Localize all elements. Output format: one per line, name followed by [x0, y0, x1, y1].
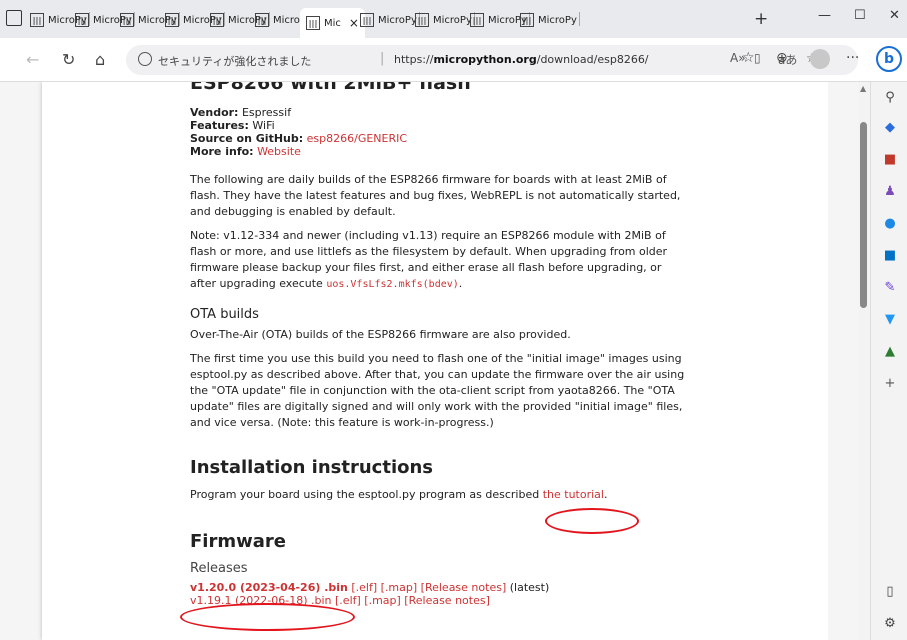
list-item: v1.20.0 (2023-04-26) .bin [.elf] [.map] …: [190, 581, 690, 594]
tab-label: MicroPy: [538, 14, 577, 26]
tab-label: MicroPy: [378, 14, 417, 26]
tab-active[interactable]: ||| Mic ×: [300, 8, 365, 38]
shopping-icon[interactable]: ◆: [881, 120, 899, 135]
close-window-button[interactable]: ✕: [889, 8, 900, 23]
tools-icon[interactable]: ■: [881, 152, 899, 167]
add-sidebar-app-icon[interactable]: +: [881, 376, 899, 391]
office-icon[interactable]: ●: [881, 216, 899, 231]
ota-paragraph-2: The first time you use this build you ne…: [190, 352, 685, 429]
tab[interactable]: ||| MicroPy: [415, 9, 475, 31]
features-value: WiFi: [252, 119, 275, 132]
tab-label: MicroPy: [433, 14, 472, 26]
designer-icon[interactable]: ✎: [881, 280, 899, 295]
github-link[interactable]: esp8266/GENERIC: [307, 132, 407, 145]
note-paragraph: Note: v1.12-334 and newer (including v1.…: [190, 229, 668, 290]
more-menu-icon[interactable]: ···: [846, 50, 859, 66]
settings-icon[interactable]: ⚙: [881, 616, 899, 631]
collections-icon[interactable]: ⊕: [776, 50, 788, 66]
tab[interactable]: ||| MicroPy: [470, 9, 530, 31]
micropython-favicon-icon: |||: [360, 13, 374, 27]
ota-heading: OTA builds: [190, 307, 259, 322]
home-icon[interactable]: ⌂: [95, 50, 105, 69]
tab-separator: [578, 12, 580, 26]
micropython-favicon-icon: |||: [165, 13, 179, 27]
refresh-icon[interactable]: ↻: [62, 50, 75, 69]
micropython-favicon-icon: |||: [520, 13, 534, 27]
board-meta: Vendor: Espressif Features: WiFi Source …: [190, 106, 690, 158]
security-status[interactable]: セキュリティが強化されました: [158, 53, 311, 69]
micropython-favicon-icon: |||: [470, 13, 484, 27]
new-tab-button[interactable]: +: [754, 9, 768, 29]
ota-paragraph-1: Over-The-Air (OTA) builds of the ESP8266…: [190, 328, 571, 341]
search-icon[interactable]: ⚲: [881, 90, 899, 105]
source-label: Source on GitHub:: [190, 132, 304, 145]
micropython-favicon-icon: |||: [415, 13, 429, 27]
scroll-up-icon[interactable]: ▲: [860, 84, 866, 93]
maximize-button[interactable]: ☐: [854, 8, 866, 23]
features-label: Features:: [190, 119, 249, 132]
tab-close-icon[interactable]: ×: [349, 16, 359, 30]
minimize-button[interactable]: —: [818, 8, 831, 23]
install-heading: Installation instructions: [190, 457, 434, 478]
latest-tag: (latest): [509, 581, 550, 594]
address-bar: ← ↻ ⌂ セキュリティが強化されました | https://micropyth…: [0, 38, 907, 82]
page-margin-left: [0, 82, 42, 640]
micropython-favicon-icon: |||: [75, 13, 89, 27]
hide-sidebar-icon[interactable]: ▯: [881, 584, 899, 599]
outlook-icon[interactable]: ■: [881, 248, 899, 263]
immersive-reader-icon[interactable]: ▯: [754, 51, 761, 65]
tab-label: Mic: [324, 17, 341, 29]
shield-icon[interactable]: [138, 52, 152, 66]
games-icon[interactable]: ♟: [881, 184, 899, 199]
tab[interactable]: ||| MicroPy: [360, 9, 420, 31]
annotation-circle: [545, 508, 639, 534]
avatar[interactable]: [810, 49, 830, 69]
moreinfo-label: More info:: [190, 145, 254, 158]
micropython-favicon-icon: |||: [306, 16, 320, 30]
micropython-favicon-icon: |||: [210, 13, 224, 27]
release-bin-link[interactable]: v1.20.0 (2023-04-26) .bin: [190, 581, 348, 594]
firmware-heading: Firmware: [190, 531, 286, 552]
back-icon[interactable]: ←: [26, 50, 39, 69]
favorites-icon[interactable]: ☆: [742, 50, 755, 66]
page-title: ESP8266 with 2MiB+ flash: [190, 82, 471, 94]
micropython-favicon-icon: |||: [255, 13, 269, 27]
tutorial-link[interactable]: the tutorial: [543, 488, 604, 501]
drop-icon[interactable]: ▼: [881, 312, 899, 327]
tree-icon[interactable]: ▲: [881, 344, 899, 359]
page-margin-right: [828, 82, 858, 640]
tab-bar: ||| MicroPy ||| MicroPy ||| MicroPy ||| MicroPy…: [0, 0, 907, 38]
install-paragraph: Program your board using the esptool.py …: [190, 488, 608, 501]
tab[interactable]: ||| MicroPy: [520, 9, 580, 31]
release-extra-links[interactable]: [.elf] [.map] [Release notes]: [351, 581, 506, 594]
edge-sidebar: ⚲ ◆ ■ ♟ ● ■ ✎ ▼ ▲ + ▯ ⚙: [870, 82, 907, 640]
bing-chat-icon[interactable]: b: [876, 46, 902, 72]
url-text[interactable]: https://micropython.org/download/esp8266…: [394, 53, 649, 66]
vendor-value: Espressif: [241, 106, 292, 119]
vendor-label: Vendor:: [190, 106, 239, 119]
release-extra-links[interactable]: [.elf] [.map] [Release notes]: [335, 594, 490, 607]
page-viewport: ESP8266 with 2MiB+ flash Vendor: Espress…: [0, 82, 870, 640]
micropython-favicon-icon: |||: [120, 13, 134, 27]
intro-paragraph: The following are daily builds of the ES…: [190, 173, 681, 218]
code-snippet: uos.VfsLfs2.mkfs(bdev): [326, 279, 459, 290]
tab-actions-icon[interactable]: [6, 10, 22, 26]
url-divider: |: [380, 51, 385, 66]
micropython-favicon-icon: |||: [30, 13, 44, 27]
website-link[interactable]: Website: [257, 145, 301, 158]
scrollbar-thumb[interactable]: [860, 122, 867, 308]
annotation-circle: [180, 603, 355, 631]
releases-label: Releases: [190, 561, 248, 576]
